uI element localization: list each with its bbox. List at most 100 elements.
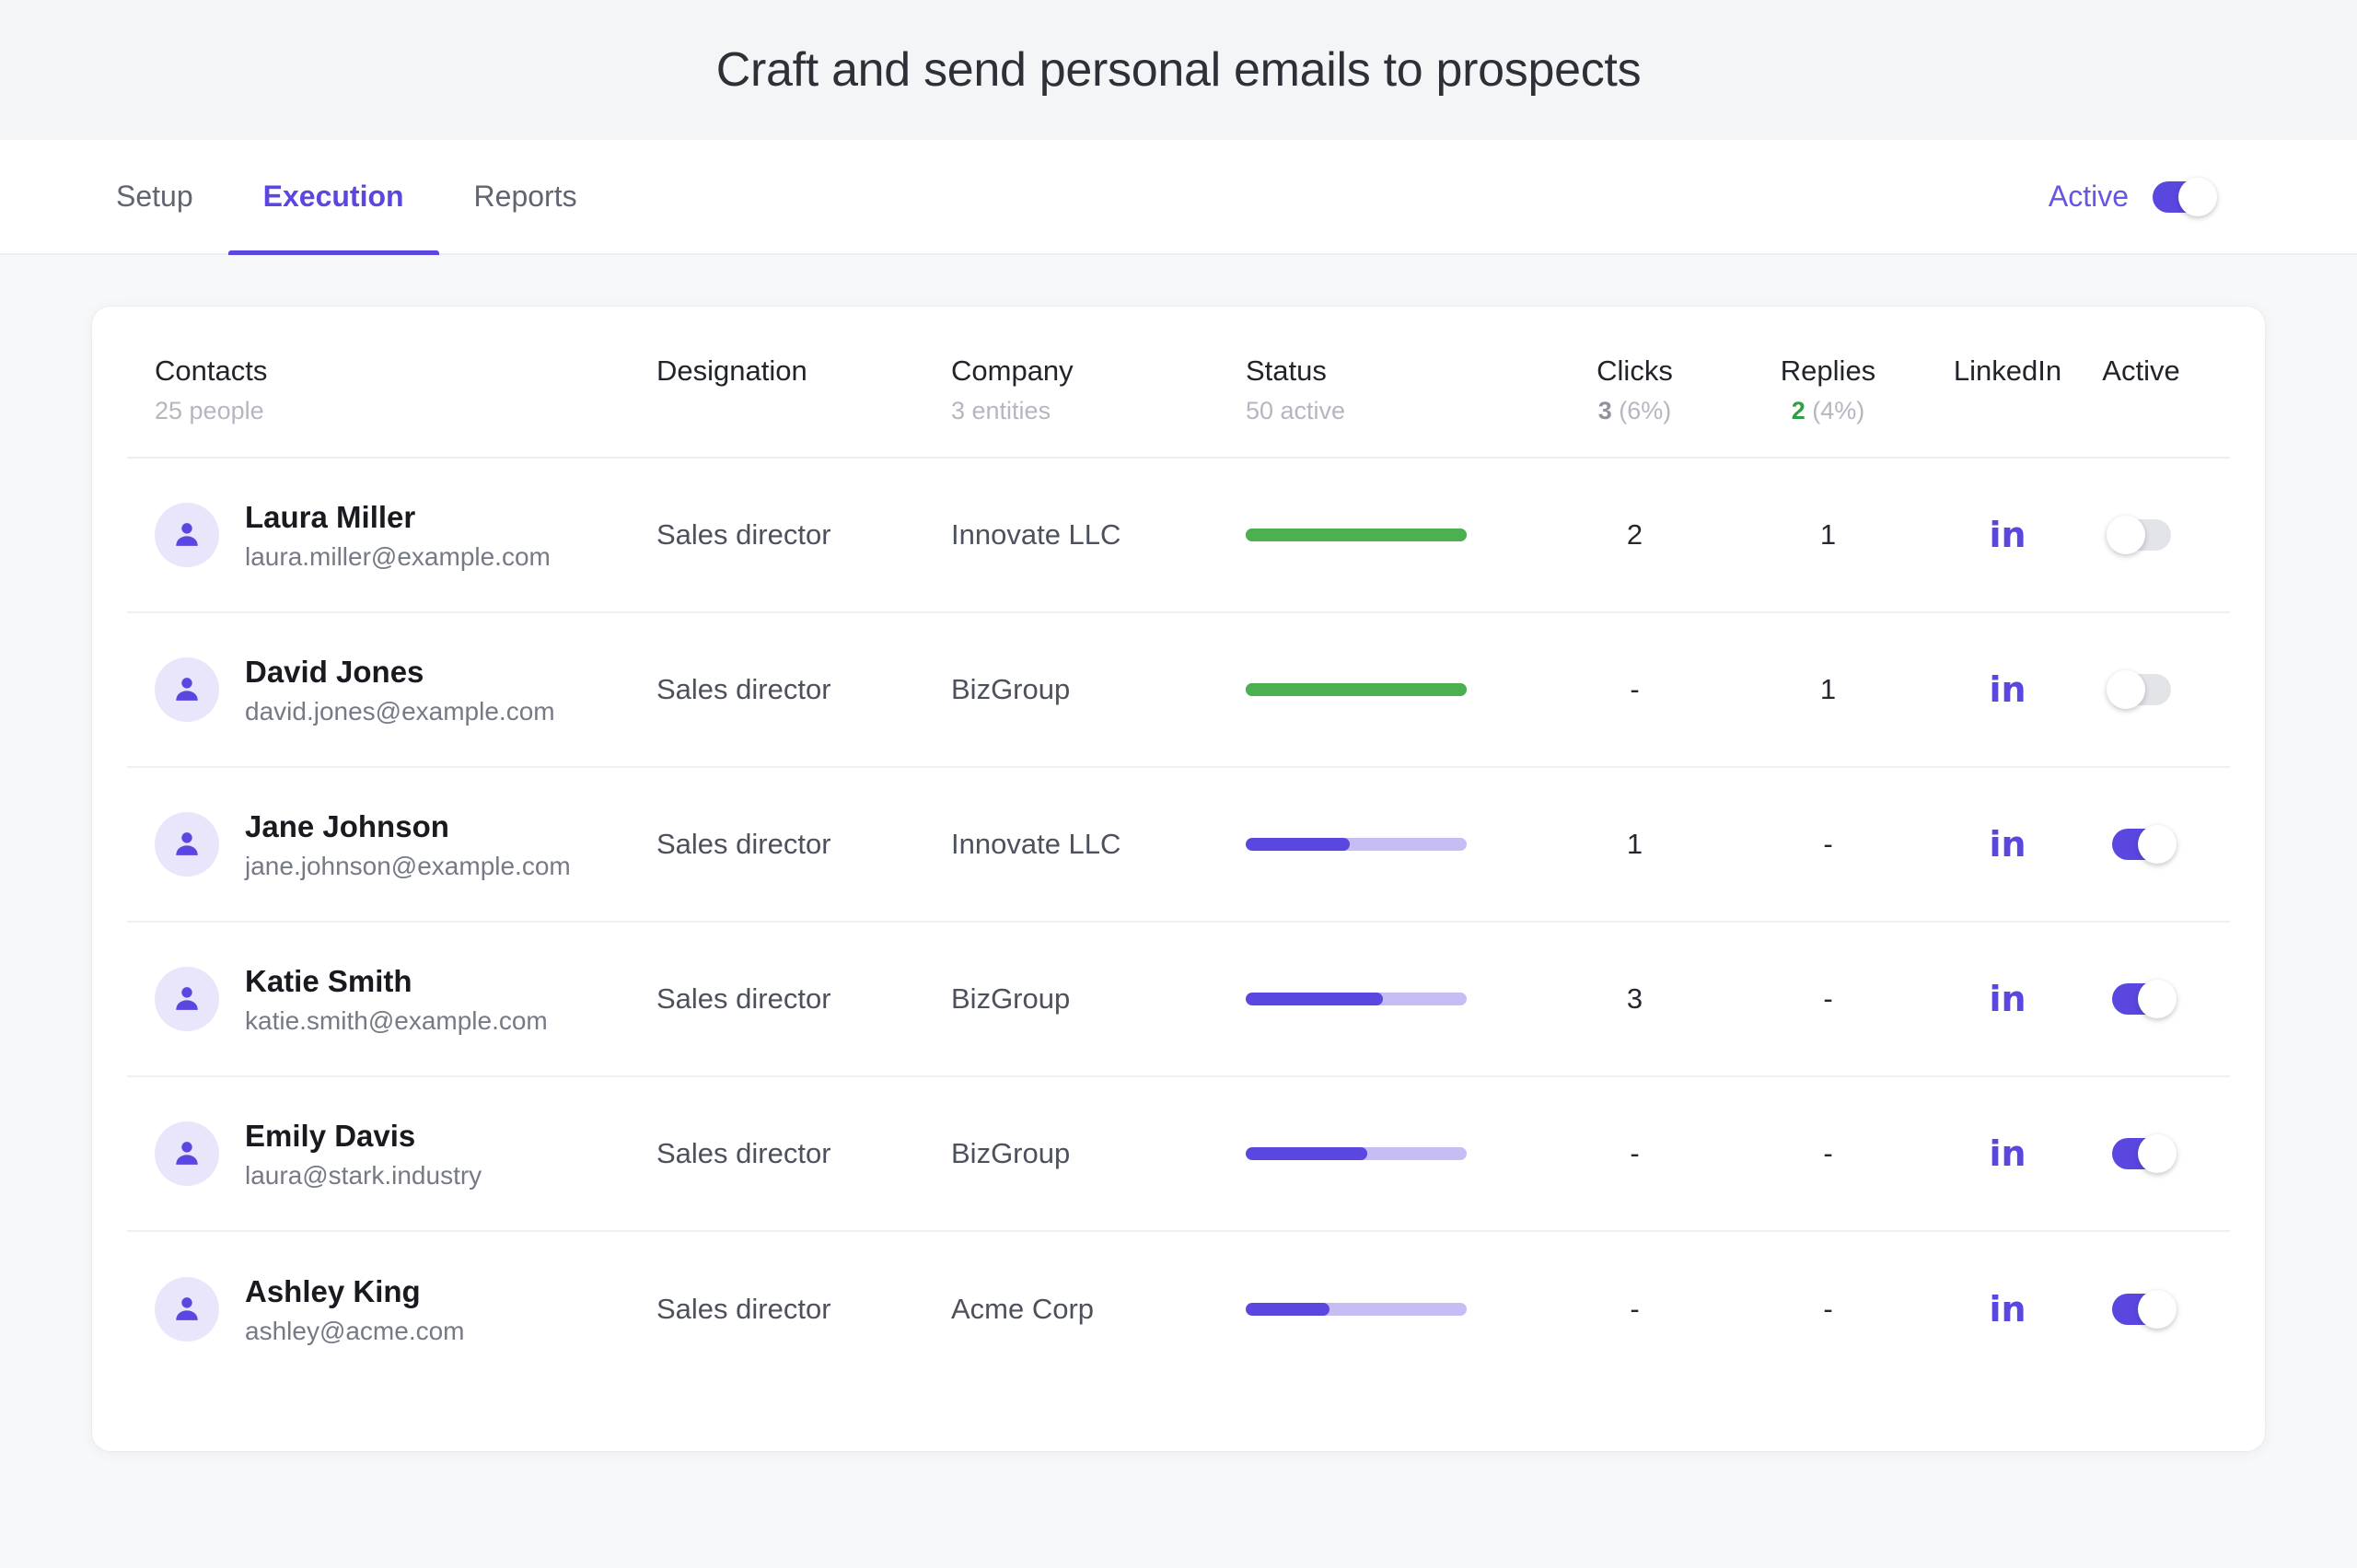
column-header-contacts: Contacts 25 people — [155, 354, 656, 425]
clicks-cell: 1 — [1626, 828, 1643, 860]
status-progress-fill — [1246, 683, 1467, 696]
row-active-toggle[interactable] — [2111, 1134, 2177, 1173]
clicks-cell: 3 — [1626, 982, 1643, 1015]
table-header: Contacts 25 people Designation Company 3… — [127, 307, 2230, 459]
status-cell — [1246, 1147, 1550, 1160]
linkedin-icon[interactable]: in — [1989, 981, 2026, 1016]
contact-cell: Katie Smith katie.smith@example.com — [155, 962, 656, 1035]
clicks-cell: - — [1630, 1137, 1640, 1169]
toggle-knob — [2106, 670, 2145, 709]
tab-list: Setup Execution Reports — [109, 140, 612, 255]
contact-identity: David Jones david.jones@example.com — [245, 653, 555, 726]
contact-email: ashley@acme.com — [245, 1316, 465, 1345]
column-sub-status: 50 active — [1246, 397, 1346, 424]
contacts-table-card: Contacts 25 people Designation Company 3… — [92, 307, 2265, 1451]
contact-name: Jane Johnson — [245, 809, 449, 844]
row-active-toggle[interactable] — [2111, 1290, 2177, 1329]
linkedin-icon[interactable]: in — [1989, 1292, 2026, 1327]
linkedin-icon[interactable]: in — [1989, 827, 2026, 862]
linkedin-icon[interactable]: in — [1989, 672, 2026, 707]
company-cell: BizGroup — [951, 673, 1071, 705]
status-progress-fill — [1246, 838, 1350, 851]
avatar — [155, 967, 219, 1031]
designation-cell: Sales director — [656, 518, 831, 551]
tab-setup-label: Setup — [116, 180, 193, 213]
campaign-active-toggle[interactable] — [2153, 177, 2217, 216]
column-header-clicks: Clicks 3 (6%) — [1550, 354, 1720, 425]
status-progress-bar — [1246, 683, 1467, 696]
contact-email: laura@stark.industry — [245, 1160, 482, 1190]
contact-cell: Ashley King ashley@acme.com — [155, 1272, 656, 1345]
linkedin-icon[interactable]: in — [1989, 517, 2026, 552]
status-progress-fill — [1246, 993, 1383, 1005]
designation-cell: Sales director — [656, 1137, 831, 1169]
company-cell: Innovate LLC — [951, 518, 1121, 551]
linkedin-cell: in — [1936, 827, 2079, 862]
toggle-knob — [2178, 177, 2217, 216]
column-sub-replies: 2 (4%) — [1720, 397, 1936, 425]
linkedin-cell: in — [1936, 672, 2079, 707]
company-cell: BizGroup — [951, 982, 1071, 1015]
contact-name: Laura Miller — [245, 500, 416, 535]
clicks-cell: 2 — [1626, 518, 1643, 551]
avatar — [155, 812, 219, 877]
column-header-replies: Replies 2 (4%) — [1720, 354, 1936, 425]
contact-cell: Laura Miller laura.miller@example.com — [155, 498, 656, 571]
table-row[interactable]: Laura Miller laura.miller@example.com Sale… — [127, 459, 2230, 613]
contact-name: Emily Davis — [245, 1119, 416, 1154]
status-progress-fill — [1246, 528, 1467, 541]
table-row[interactable]: Jane Johnson jane.johnson@example.com Sale… — [127, 768, 2230, 923]
status-progress-bar — [1246, 993, 1467, 1005]
status-cell — [1246, 528, 1550, 541]
column-header-status: Status 50 active — [1246, 354, 1550, 425]
row-active-toggle[interactable] — [2106, 670, 2171, 709]
linkedin-icon[interactable]: in — [1989, 1136, 2026, 1171]
replies-cell: - — [1823, 828, 1833, 860]
contact-cell: Jane Johnson jane.johnson@example.com — [155, 807, 656, 880]
table-row[interactable]: Katie Smith katie.smith@example.com Sales … — [127, 923, 2230, 1077]
status-cell — [1246, 838, 1550, 851]
contact-cell: Emily Davis laura@stark.industry — [155, 1117, 656, 1190]
main-content: Contacts 25 people Designation Company 3… — [0, 255, 2357, 1451]
row-active-toggle[interactable] — [2111, 980, 2177, 1018]
replies-cell: 1 — [1819, 673, 1837, 705]
contact-identity: Jane Johnson jane.johnson@example.com — [245, 807, 571, 880]
contact-email: jane.johnson@example.com — [245, 851, 571, 880]
contact-cell: David Jones david.jones@example.com — [155, 653, 656, 726]
replies-pct: (4%) — [1812, 397, 1865, 424]
column-sub-clicks: 3 (6%) — [1550, 397, 1720, 425]
table-row[interactable]: David Jones david.jones@example.com Sales … — [127, 613, 2230, 768]
replies-cell: - — [1823, 982, 1833, 1015]
row-active-toggle[interactable] — [2106, 516, 2171, 554]
avatar — [155, 657, 219, 722]
status-progress-bar — [1246, 528, 1467, 541]
contact-email: katie.smith@example.com — [245, 1005, 548, 1035]
replies-total: 2 — [1791, 397, 1805, 424]
clicks-total: 3 — [1597, 397, 1612, 424]
company-cell: Innovate LLC — [951, 828, 1121, 860]
contact-identity: Ashley King ashley@acme.com — [245, 1272, 465, 1345]
clicks-cell: - — [1630, 1293, 1640, 1325]
clicks-pct: (6%) — [1619, 397, 1672, 424]
contact-name: David Jones — [245, 655, 424, 690]
designation-cell: Sales director — [656, 673, 831, 705]
column-header-company: Company 3 entities — [951, 354, 1246, 425]
active-cell — [2079, 1134, 2203, 1173]
designation-cell: Sales director — [656, 982, 831, 1015]
tab-execution[interactable]: Execution — [227, 140, 439, 255]
active-cell — [2079, 980, 2203, 1018]
status-progress-fill — [1246, 1303, 1330, 1316]
contact-name: Katie Smith — [245, 964, 412, 999]
row-active-toggle[interactable] — [2111, 825, 2177, 864]
table-row[interactable]: Ashley King ashley@acme.com Sales director… — [127, 1232, 2230, 1387]
designation-cell: Sales director — [656, 1293, 831, 1325]
table-row[interactable]: Emily Davis laura@stark.industry Sales dir… — [127, 1077, 2230, 1232]
tab-reports[interactable]: Reports — [439, 140, 612, 253]
tab-setup[interactable]: Setup — [109, 140, 228, 253]
contact-name: Ashley King — [245, 1274, 421, 1309]
status-progress-bar — [1246, 1147, 1467, 1160]
active-cell — [2079, 670, 2203, 709]
company-cell: Acme Corp — [951, 1293, 1095, 1325]
table-body: Laura Miller laura.miller@example.com Sale… — [127, 459, 2230, 1387]
toggle-knob — [2137, 980, 2177, 1018]
